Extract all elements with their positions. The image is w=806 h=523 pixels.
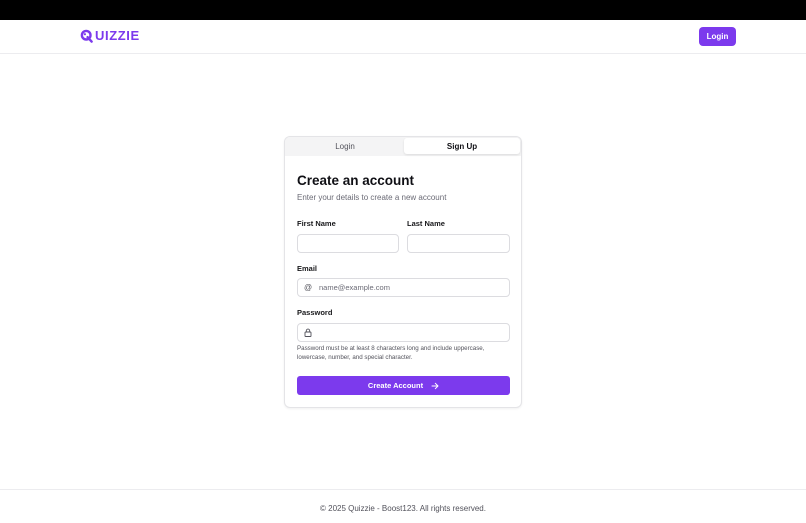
email-placeholder: name@example.com: [319, 283, 390, 292]
q-logo-icon: [80, 29, 93, 43]
auth-card: Login Sign Up Create an account Enter yo…: [284, 136, 522, 408]
tab-sign-up[interactable]: Sign Up: [404, 138, 520, 154]
form-subtitle: Enter your details to create a new accou…: [297, 193, 447, 202]
email-field[interactable]: @ name@example.com: [297, 278, 510, 297]
arrow-right-icon: [431, 382, 439, 390]
first-name-label: First Name: [297, 219, 336, 228]
first-name-field[interactable]: [297, 234, 399, 253]
last-name-label: Last Name: [407, 219, 445, 228]
site-footer: © 2025 Quizzie - Boost123. All rights re…: [0, 489, 806, 523]
browser-top-bar: [0, 0, 806, 20]
password-hint: Password must be at least 8 characters l…: [297, 345, 485, 361]
at-icon: @: [304, 283, 313, 292]
site-header: UIZZIE Login: [0, 20, 806, 54]
auth-tabs: Login Sign Up: [285, 137, 521, 156]
brand-name: UIZZIE: [95, 28, 140, 43]
password-field[interactable]: [297, 323, 510, 342]
password-label: Password: [297, 308, 333, 317]
header-login-button[interactable]: Login: [699, 27, 736, 46]
copyright-text: © 2025 Quizzie - Boost123. All rights re…: [320, 504, 486, 513]
lock-icon: [304, 328, 312, 337]
create-account-label: Create Account: [367, 381, 424, 390]
brand-logo[interactable]: UIZZIE: [80, 28, 140, 43]
form-title: Create an account: [297, 173, 415, 188]
create-account-button[interactable]: Create Account: [297, 376, 510, 395]
last-name-field[interactable]: [407, 234, 510, 253]
email-label: Email: [297, 264, 318, 273]
tab-login[interactable]: Login: [287, 138, 403, 154]
